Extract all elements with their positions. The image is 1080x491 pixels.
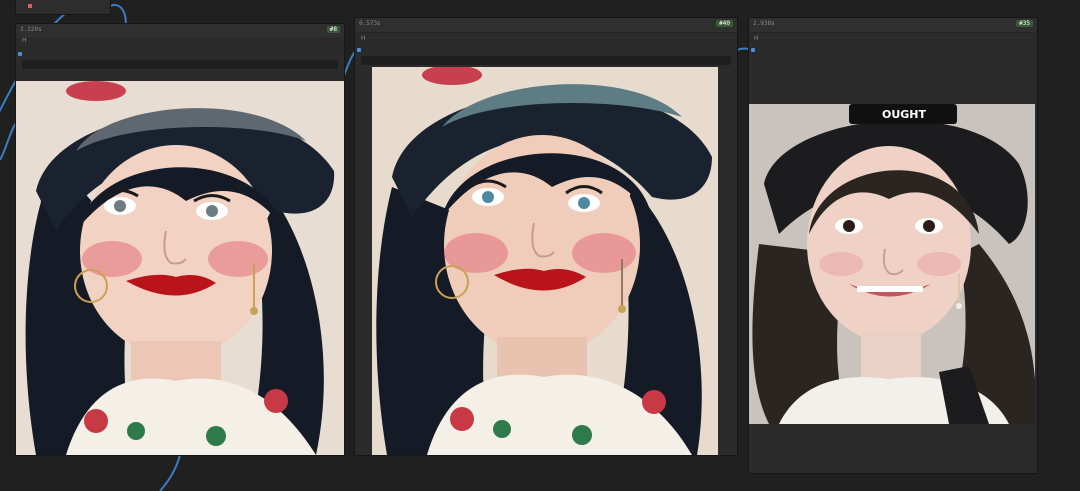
cap-patch-text: OUGHT bbox=[882, 108, 927, 121]
preview-node-3[interactable]: 2.938s #35 H OUGHT bbox=[749, 18, 1037, 473]
node-exec-time: 3.220s bbox=[20, 26, 42, 33]
node-widget-label: H bbox=[22, 37, 27, 44]
node-input-port[interactable] bbox=[357, 48, 361, 52]
node-id-badge: #35 bbox=[1016, 20, 1033, 27]
node-widget-field[interactable] bbox=[361, 56, 731, 65]
node-header[interactable]: 3.220s #8 bbox=[16, 24, 344, 39]
node-exec-time: 2.938s bbox=[753, 20, 775, 27]
node-header[interactable]: 6.573s #40 bbox=[355, 18, 737, 33]
node-widget-label: H bbox=[361, 35, 366, 42]
portrait-illustration-2 bbox=[372, 67, 718, 455]
node-id-badge: #40 bbox=[716, 20, 733, 27]
partial-node-top[interactable] bbox=[16, 0, 110, 14]
output-image: OUGHT bbox=[749, 104, 1035, 424]
preview-node-2[interactable]: 6.573s #40 H bbox=[355, 18, 737, 455]
wire bbox=[159, 454, 181, 491]
node-widget-field[interactable] bbox=[22, 60, 338, 69]
node-exec-time: 6.573s bbox=[359, 20, 381, 27]
portrait-photo-3: OUGHT bbox=[749, 104, 1035, 424]
output-image bbox=[372, 67, 718, 455]
node-id-badge: #8 bbox=[326, 26, 340, 33]
node-input-port[interactable] bbox=[18, 52, 22, 56]
portrait-illustration-1 bbox=[16, 81, 344, 455]
output-image bbox=[16, 81, 344, 455]
node-input-port[interactable] bbox=[751, 48, 755, 52]
preview-node-1[interactable]: 3.220s #8 H bbox=[16, 24, 344, 455]
node-input-port[interactable] bbox=[28, 4, 32, 8]
node-graph-canvas[interactable]: 3.220s #8 H 6.573s #40 H 2.938s #35 H OU… bbox=[0, 0, 1080, 491]
node-header[interactable]: 2.938s #35 bbox=[749, 18, 1037, 33]
node-widget-label: H bbox=[754, 35, 759, 42]
